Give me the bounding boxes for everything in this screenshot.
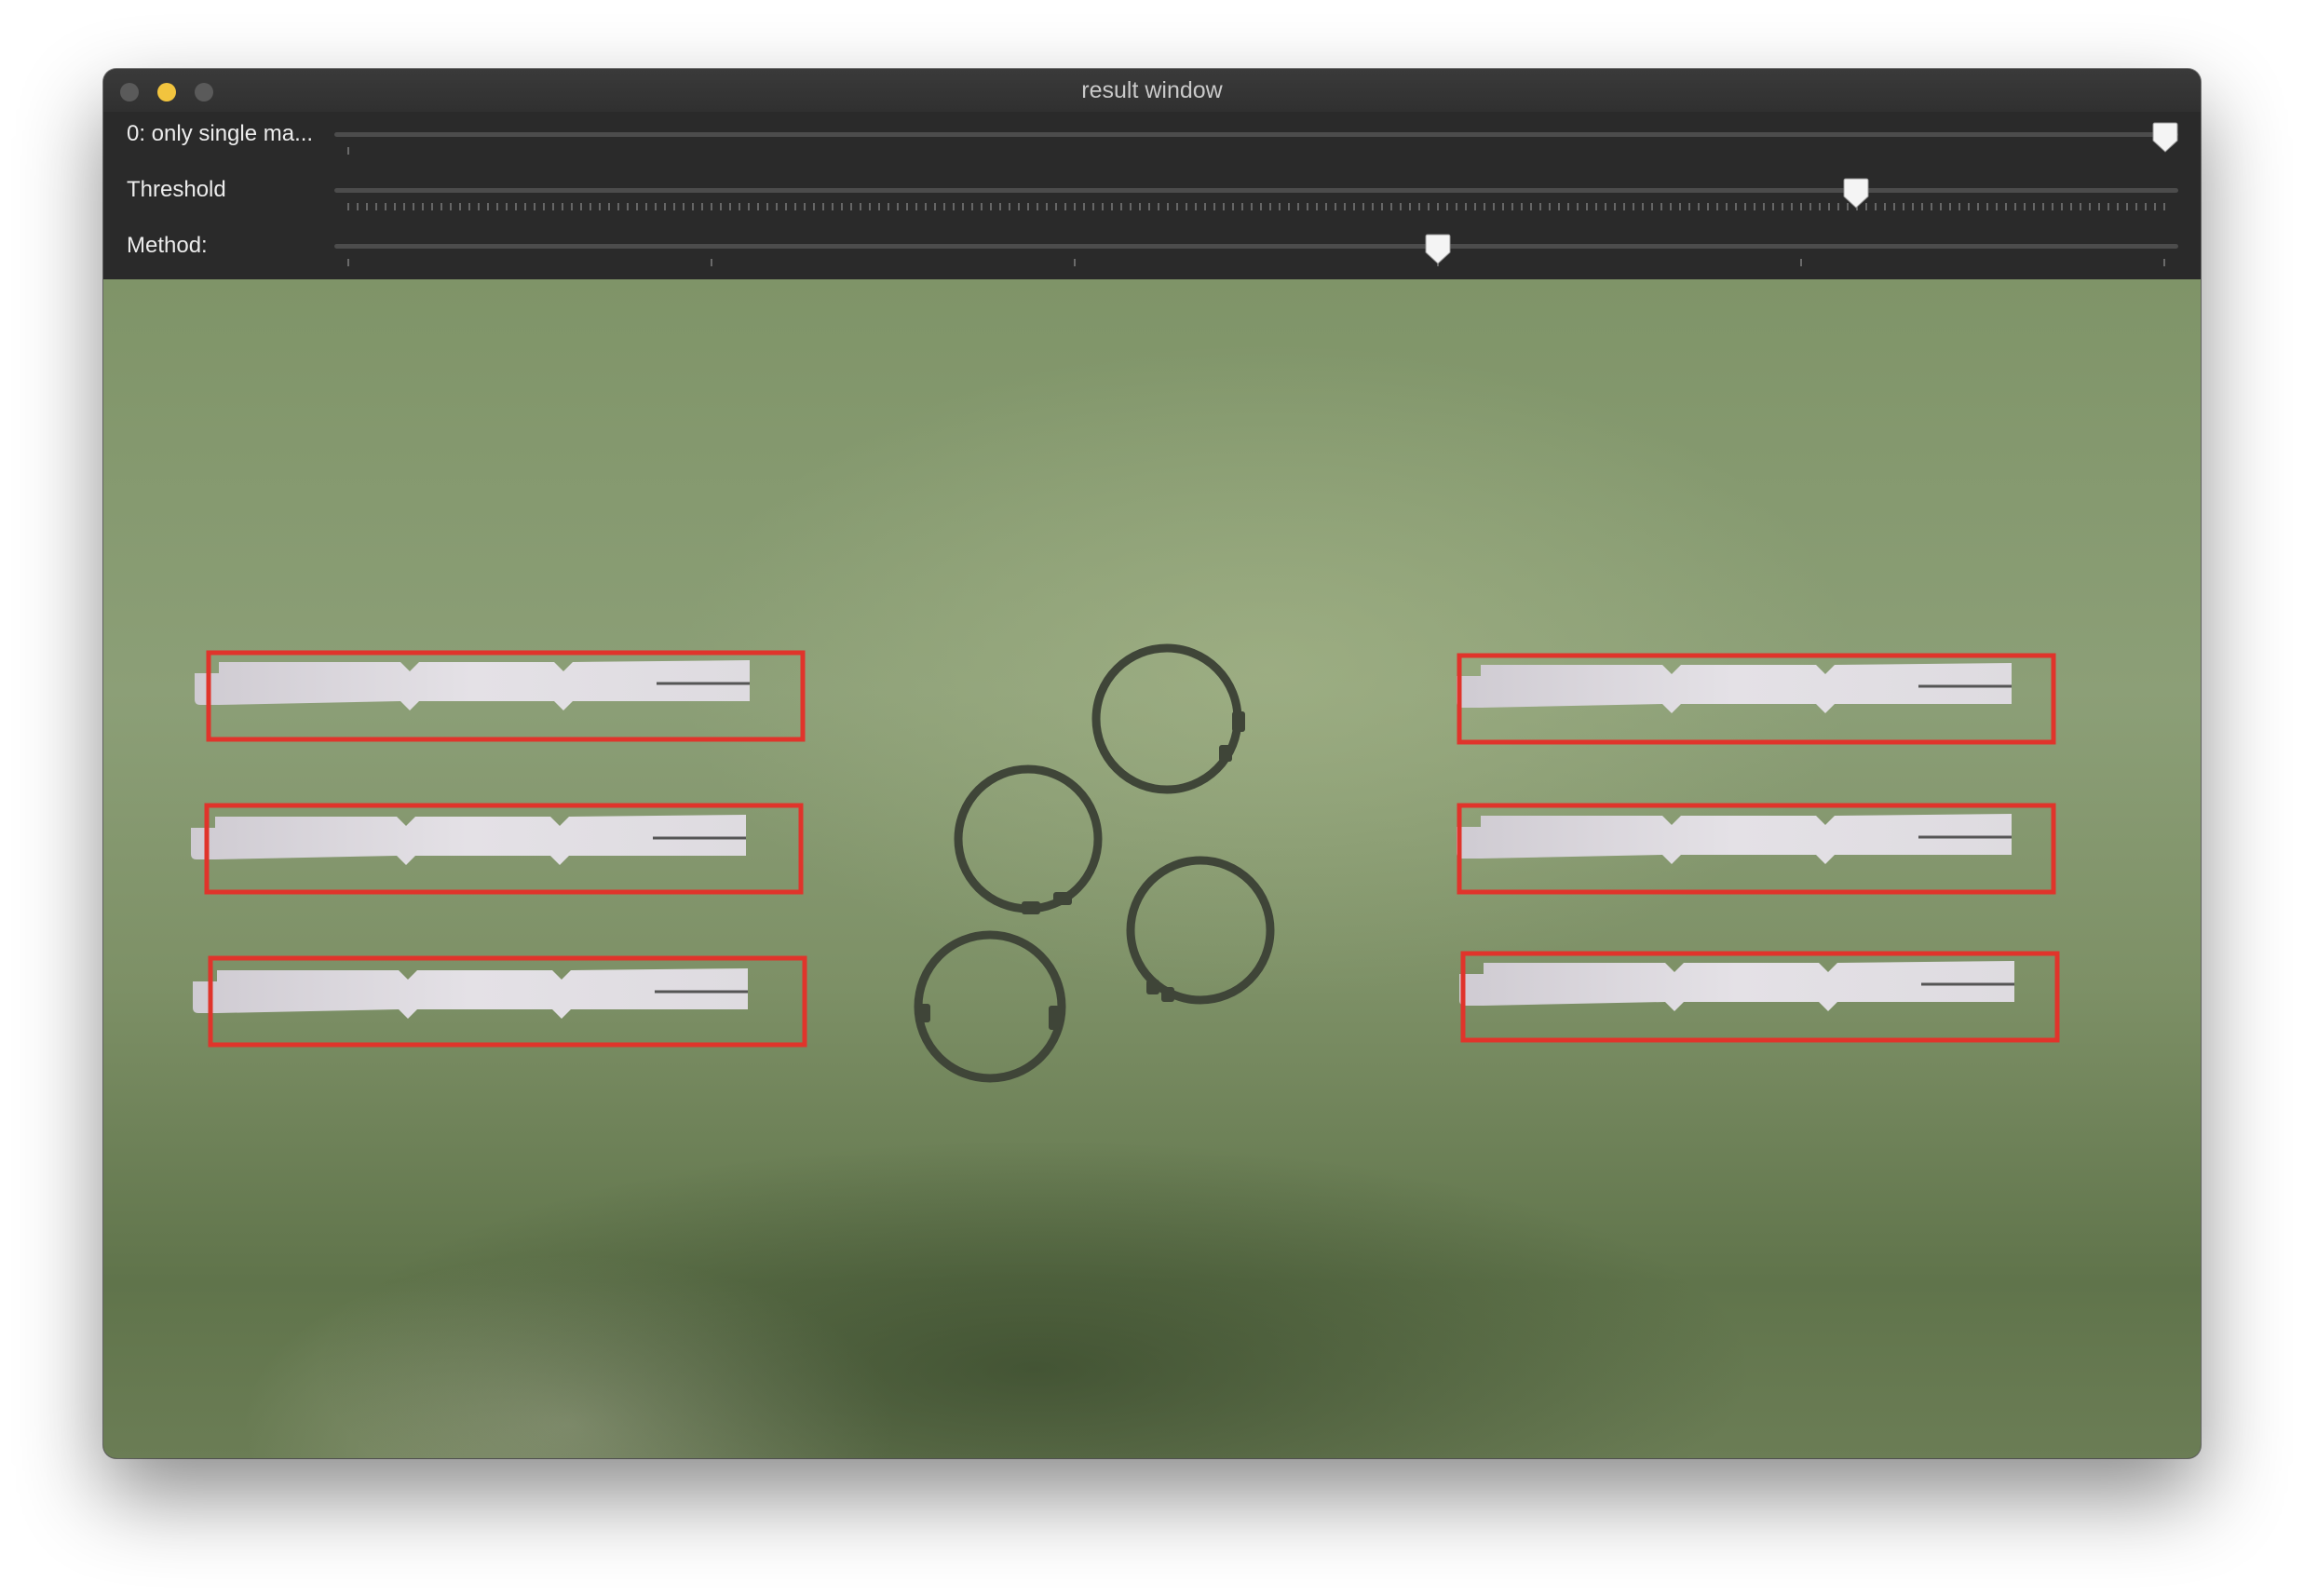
title-bar: result window bbox=[103, 69, 2201, 113]
trackbar-label-threshold: Threshold bbox=[127, 177, 226, 202]
trackbar-ticks-method bbox=[347, 259, 2165, 268]
trackbar-row-method: Method: bbox=[103, 223, 2201, 279]
trackbar-label-method: Method: bbox=[127, 233, 208, 258]
trackbar-row-threshold: Threshold bbox=[103, 168, 2201, 223]
trackbar-ticks-threshold bbox=[347, 203, 2165, 210]
trackbar-label-single-match: 0: only single ma... bbox=[127, 121, 314, 146]
slider-thumb-method[interactable] bbox=[1424, 234, 1452, 265]
result-window: result window 0: only single ma... Thres… bbox=[103, 69, 2201, 1458]
slider-thumb-single-match[interactable] bbox=[2151, 122, 2179, 154]
trackbar-track-method[interactable] bbox=[334, 244, 2178, 249]
tick-mark bbox=[1800, 259, 1802, 266]
slider-thumb-threshold[interactable] bbox=[1842, 178, 1870, 210]
tick-mark bbox=[2163, 259, 2165, 266]
metal-strip bbox=[1457, 814, 2012, 864]
trackbar-ticks-single-match bbox=[347, 147, 2165, 156]
window-title: result window bbox=[1081, 77, 1223, 103]
circlip-rings bbox=[914, 643, 1275, 1083]
tick-mark bbox=[347, 147, 349, 155]
tick-mark bbox=[711, 259, 712, 266]
metal-strip bbox=[193, 968, 748, 1019]
metal-strip bbox=[195, 660, 750, 710]
result-image-canvas bbox=[191, 643, 2060, 1083]
trackbar-row-single-match: 0: only single ma... bbox=[103, 112, 2201, 168]
tick-mark bbox=[1074, 259, 1076, 266]
result-image bbox=[103, 279, 2201, 1458]
trackbar-panel: 0: only single ma... Threshold Method: bbox=[103, 112, 2201, 279]
trackbar-track-threshold[interactable] bbox=[334, 188, 2178, 193]
tick-mark bbox=[347, 259, 349, 266]
circlip-ring bbox=[914, 930, 1066, 1083]
metal-strip bbox=[1459, 961, 2014, 1011]
circlip-ring bbox=[1091, 643, 1242, 794]
trackbar-track-single-match[interactable] bbox=[334, 132, 2178, 137]
metal-strip bbox=[191, 815, 746, 865]
circlip-ring bbox=[1126, 856, 1275, 1005]
metal-strip bbox=[1457, 663, 2012, 713]
circlip-ring bbox=[954, 764, 1103, 913]
